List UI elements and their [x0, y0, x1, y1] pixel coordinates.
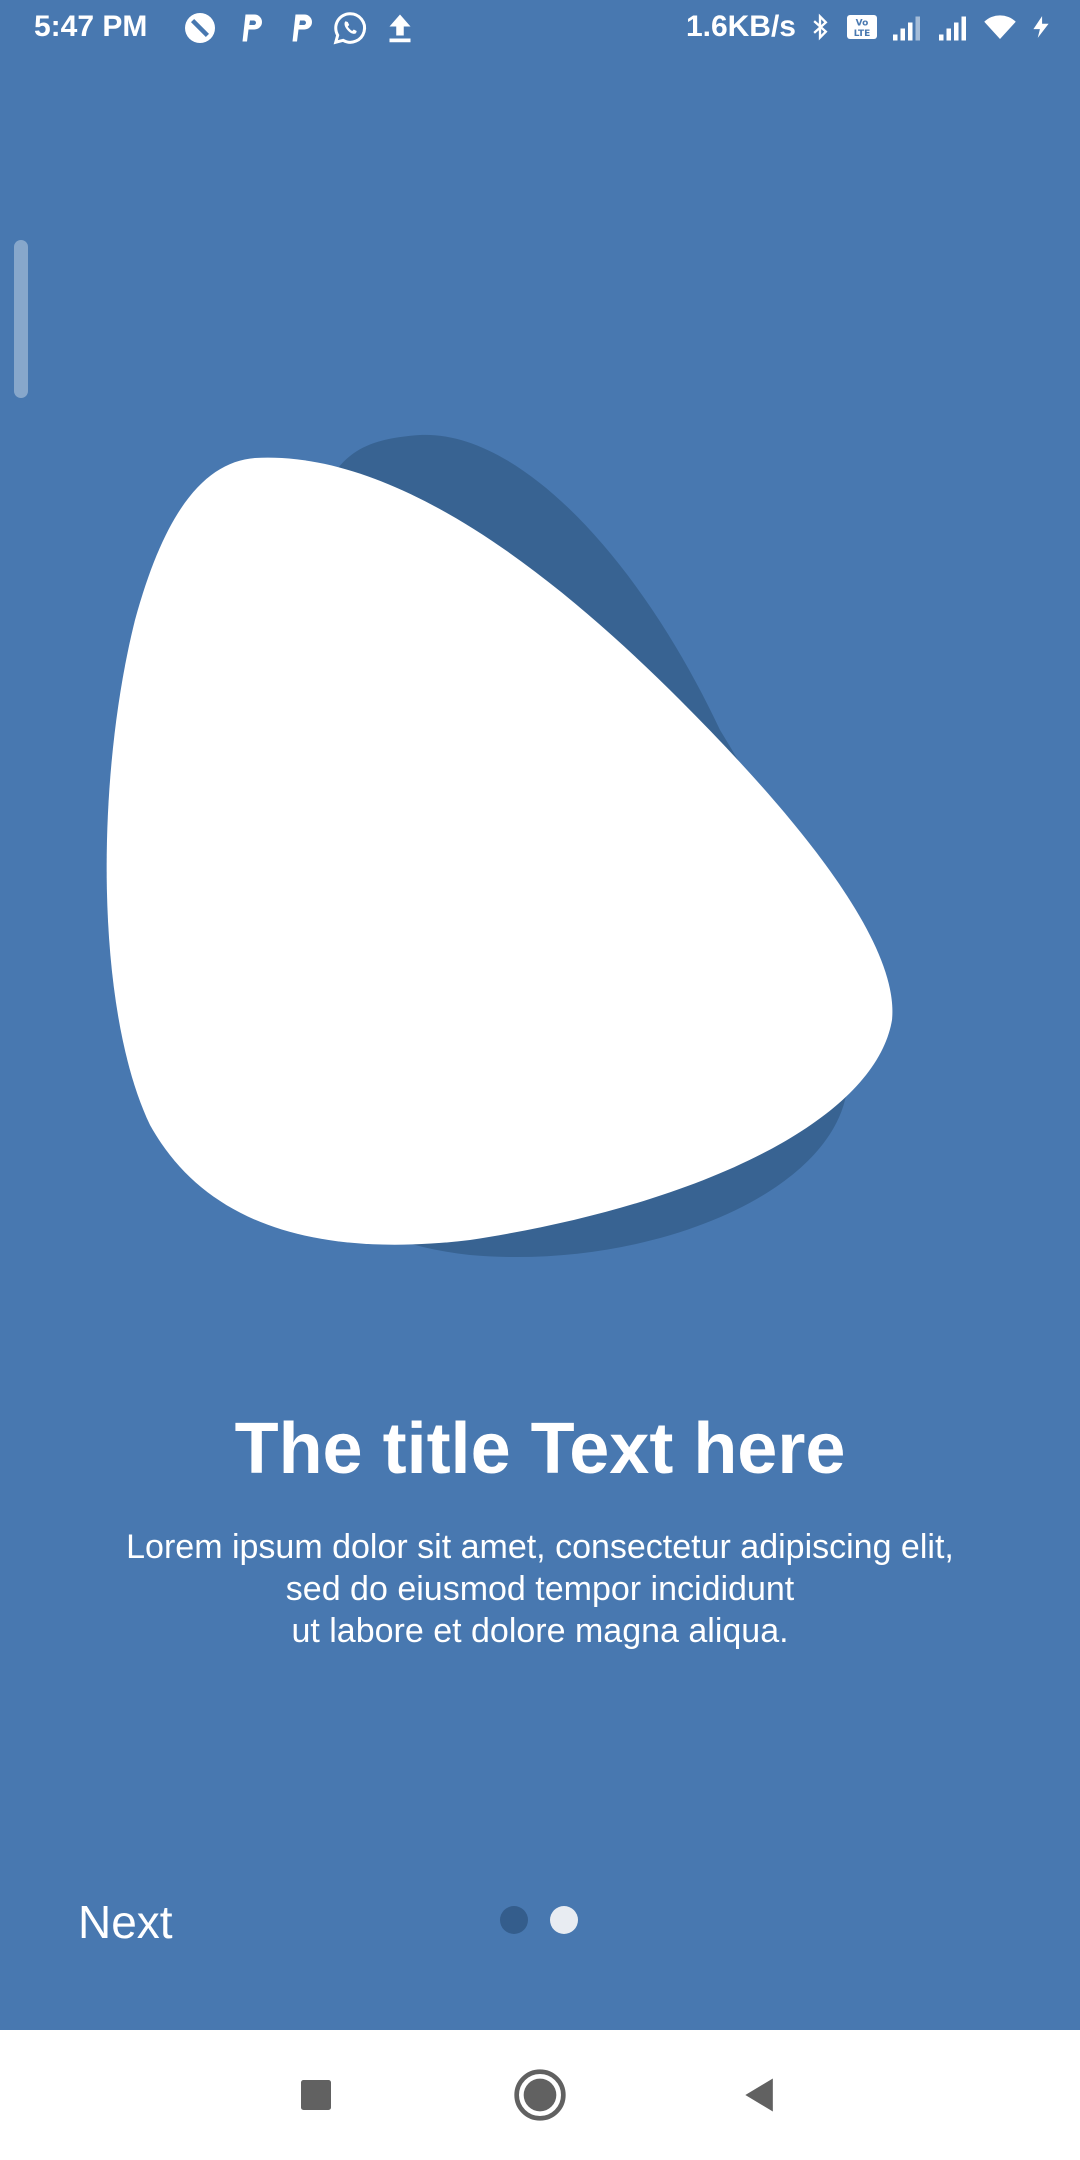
p-app-icon: [242, 14, 262, 42]
back-triangle-icon: [745, 2078, 773, 2112]
charging-icon: [1033, 16, 1049, 38]
status-system-icons: 1.6KB/s Vo LTE: [686, 8, 1054, 46]
bluetooth-icon: [813, 13, 828, 41]
onboarding-screen: 5:47 PM 1.6KB/s Vo LTE The title Text he…: [0, 0, 1080, 2160]
volte-icon: Vo LTE: [847, 15, 877, 39]
recents-square-icon: [301, 2080, 331, 2110]
status-time: 5:47 PM: [34, 10, 148, 43]
recents-button[interactable]: [256, 2030, 376, 2160]
page-indicator: [500, 1906, 578, 1934]
whatsapp-icon: [333, 12, 367, 45]
page-dot-1[interactable]: [500, 1906, 528, 1934]
cell-signal-icon: [939, 16, 966, 41]
next-button[interactable]: Next: [78, 1894, 173, 1950]
cell-signal-icon: [893, 16, 920, 41]
onboarding-title: The title Text here: [234, 1409, 846, 1489]
home-button[interactable]: [480, 2030, 600, 2160]
blob-shape: [106, 457, 893, 1245]
description-line: ut labore et dolore magna aliqua.: [291, 1612, 789, 1650]
network-speed: 1.6KB/s: [685, 10, 796, 43]
page-dot-2-active[interactable]: [550, 1906, 578, 1934]
do-not-disturb-icon: [185, 13, 215, 43]
description-line: sed do eiusmod tempor incididunt: [285, 1570, 795, 1608]
home-circle-icon: [514, 2069, 566, 2121]
svg-text:Vo: Vo: [856, 19, 869, 29]
scroll-indicator: [14, 240, 28, 398]
p-app-icon: [292, 14, 312, 42]
description-line: Lorem ipsum dolor sit amet, consectetur …: [126, 1528, 954, 1566]
system-nav-bar: [0, 2030, 1080, 2160]
status-notification-icons: [182, 10, 418, 46]
svg-text:LTE: LTE: [854, 29, 871, 39]
status-bar: 5:47 PM 1.6KB/s Vo LTE: [0, 0, 1080, 56]
upload-icon: [389, 14, 411, 43]
blob-illustration: [106, 434, 893, 1258]
wifi-icon: [984, 15, 1016, 39]
back-button[interactable]: [700, 2030, 820, 2160]
onboarding-description: Lorem ipsum dolor sit amet, consectetur …: [60, 1526, 1020, 1652]
